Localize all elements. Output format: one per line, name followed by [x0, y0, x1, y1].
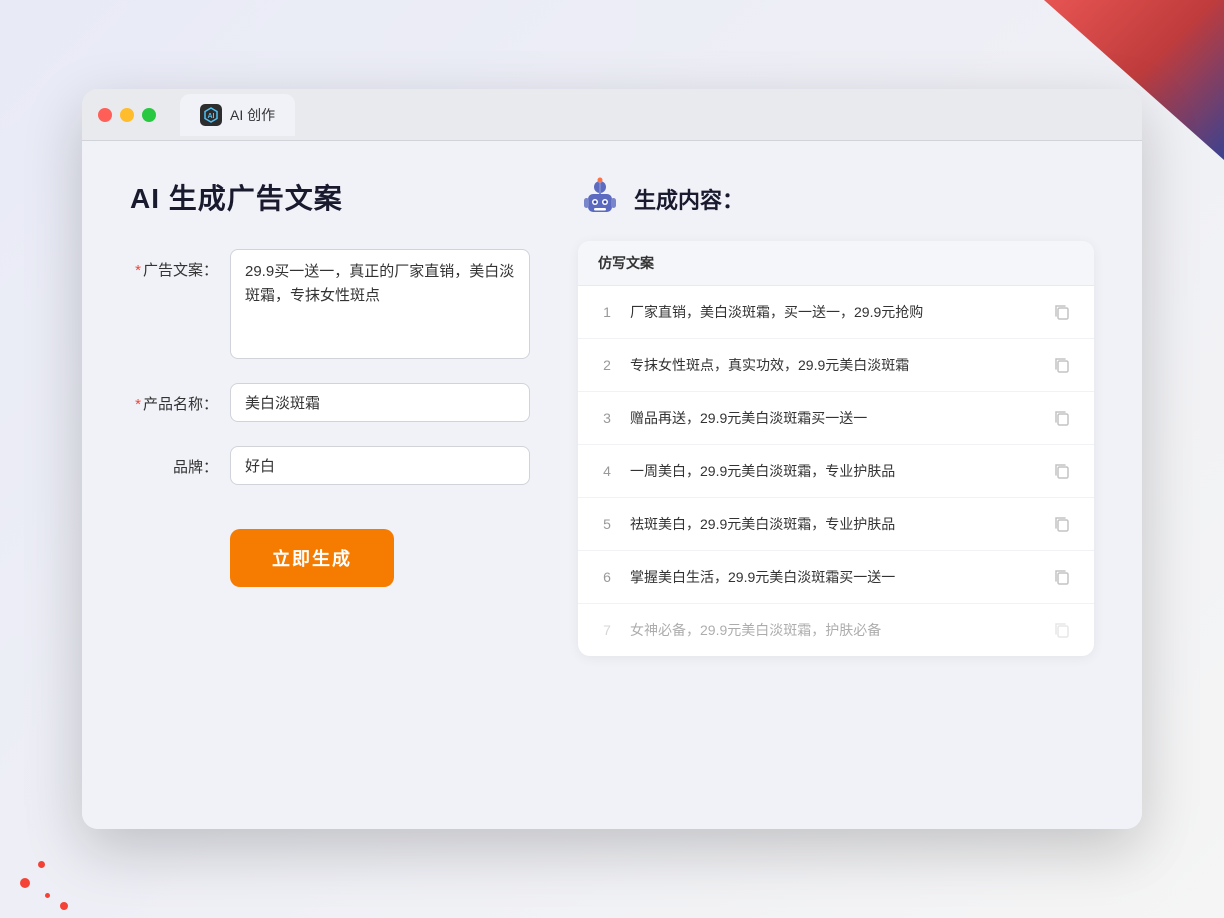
right-panel: 生成内容： 仿写文案 1 厂家直销，美白淡斑霜，买一送一，29.9元抢购 2 专抹女…: [578, 177, 1094, 793]
brand-group: 品牌：: [130, 446, 530, 485]
result-row: 3 赠品再送，29.9元美白淡斑霜买一送一: [578, 392, 1094, 445]
result-row: 5 祛斑美白，29.9元美白淡斑霜，专业护肤品: [578, 498, 1094, 551]
tab-ai-creation[interactable]: AI AI 创作: [180, 94, 295, 136]
ad-copy-group: *广告文案：: [130, 249, 530, 359]
tab-area: AI AI 创作: [180, 94, 295, 136]
result-row: 2 专抹女性斑点，真实功效，29.9元美白淡斑霜: [578, 339, 1094, 392]
brand-label: 品牌：: [130, 446, 218, 477]
result-row: 1 厂家直销，美白淡斑霜，买一送一，29.9元抢购: [578, 286, 1094, 339]
result-text: 赠品再送，29.9元美白淡斑霜买一送一: [630, 408, 1036, 429]
result-text: 祛斑美白，29.9元美白淡斑霜，专业护肤品: [630, 514, 1036, 535]
product-name-required: *: [135, 396, 141, 413]
generate-button[interactable]: 立即生成: [230, 529, 394, 587]
robot-icon: [578, 177, 622, 221]
left-panel: AI 生成广告文案 *广告文案： *产品名称： 品牌： 立: [130, 177, 530, 793]
result-number: 1: [598, 304, 616, 320]
result-text: 一周美白，29.9元美白淡斑霜，专业护肤品: [630, 461, 1036, 482]
ad-copy-input[interactable]: [230, 249, 530, 359]
copy-icon[interactable]: [1050, 406, 1074, 430]
page-title: AI 生成广告文案: [130, 177, 530, 217]
minimize-button[interactable]: [120, 108, 134, 122]
result-row: 7 女神必备，29.9元美白淡斑霜，护肤必备: [578, 604, 1094, 656]
browser-content: AI 生成广告文案 *广告文案： *产品名称： 品牌： 立: [82, 141, 1142, 829]
copy-icon[interactable]: [1050, 353, 1074, 377]
copy-icon[interactable]: [1050, 512, 1074, 536]
copy-icon[interactable]: [1050, 618, 1074, 642]
browser-titlebar: AI AI 创作: [82, 89, 1142, 141]
svg-text:AI: AI: [208, 113, 215, 120]
result-table-header: 仿写文案: [578, 241, 1094, 286]
product-name-group: *产品名称：: [130, 383, 530, 422]
bg-decoration-bl: [0, 838, 120, 918]
ad-copy-label: *广告文案：: [130, 249, 218, 280]
copy-icon[interactable]: [1050, 565, 1074, 589]
traffic-lights: [98, 108, 156, 122]
tab-label: AI 创作: [230, 105, 275, 125]
product-name-input[interactable]: [230, 383, 530, 422]
browser-window: AI AI 创作 AI 生成广告文案 *广告文案： *产品名称：: [82, 89, 1142, 829]
product-name-label: *产品名称：: [130, 383, 218, 414]
close-button[interactable]: [98, 108, 112, 122]
results-list: 1 厂家直销，美白淡斑霜，买一送一，29.9元抢购 2 专抹女性斑点，真实功效，29…: [578, 286, 1094, 656]
result-number: 3: [598, 410, 616, 426]
result-row: 4 一周美白，29.9元美白淡斑霜，专业护肤品: [578, 445, 1094, 498]
result-text: 厂家直销，美白淡斑霜，买一送一，29.9元抢购: [630, 302, 1036, 323]
result-number: 5: [598, 516, 616, 532]
copy-icon[interactable]: [1050, 300, 1074, 324]
result-number: 4: [598, 463, 616, 479]
maximize-button[interactable]: [142, 108, 156, 122]
ad-copy-required: *: [135, 262, 141, 279]
brand-input[interactable]: [230, 446, 530, 485]
ai-tab-icon: AI: [200, 104, 222, 126]
result-title: 生成内容：: [634, 183, 744, 215]
result-table: 仿写文案 1 厂家直销，美白淡斑霜，买一送一，29.9元抢购 2 专抹女性斑点，真实…: [578, 241, 1094, 656]
result-header: 生成内容：: [578, 177, 1094, 221]
result-text: 掌握美白生活，29.9元美白淡斑霜买一送一: [630, 567, 1036, 588]
result-text: 专抹女性斑点，真实功效，29.9元美白淡斑霜: [630, 355, 1036, 376]
result-number: 7: [598, 622, 616, 638]
result-number: 2: [598, 357, 616, 373]
copy-icon[interactable]: [1050, 459, 1074, 483]
result-number: 6: [598, 569, 616, 585]
result-text: 女神必备，29.9元美白淡斑霜，护肤必备: [630, 620, 1036, 641]
result-row: 6 掌握美白生活，29.9元美白淡斑霜买一送一: [578, 551, 1094, 604]
